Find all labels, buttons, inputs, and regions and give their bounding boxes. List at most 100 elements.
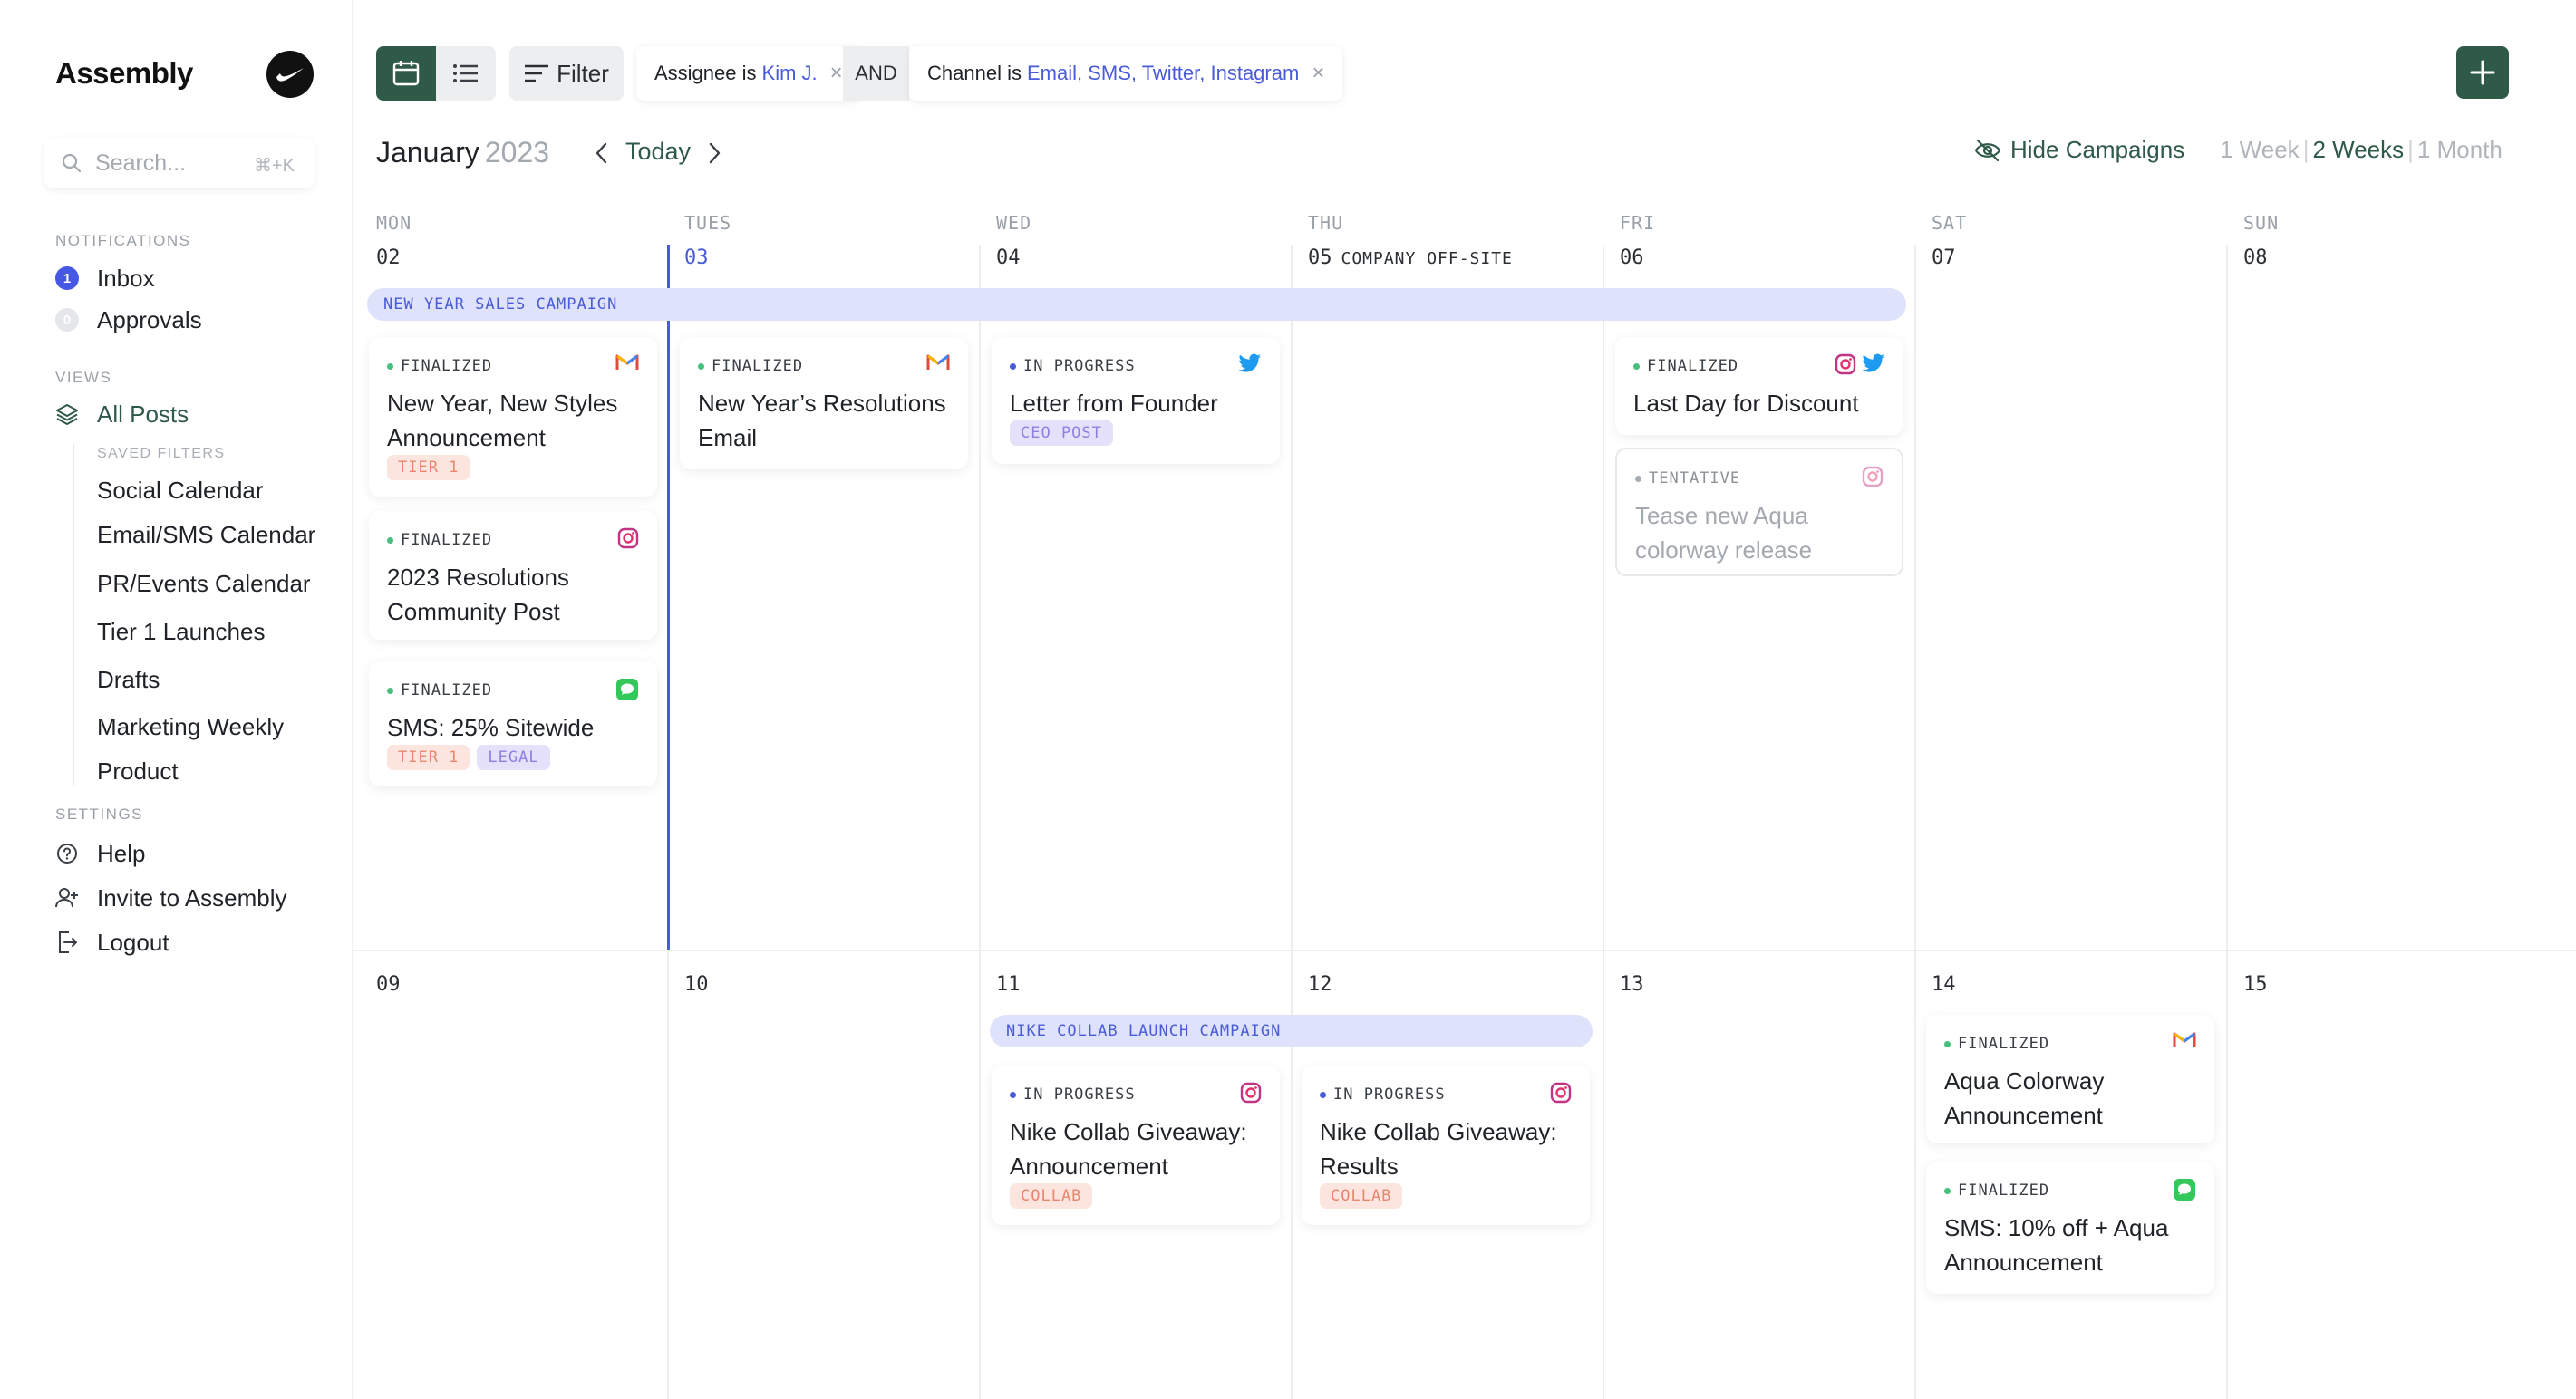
day-number[interactable]: 08 bbox=[2243, 246, 2268, 269]
twitter-icon bbox=[1862, 353, 1884, 372]
instagram-icon bbox=[1550, 1082, 1572, 1104]
post-title: New Year’s Resolutions Email bbox=[698, 390, 946, 451]
month-name: January bbox=[376, 136, 479, 169]
day-number[interactable]: 13 bbox=[1620, 973, 1644, 996]
saved-filters-heading: SAVED FILTERS bbox=[97, 446, 226, 461]
chip-key: Assignee is bbox=[654, 62, 757, 84]
saved-filter-tier1-launches[interactable]: Tier 1 Launches bbox=[97, 618, 265, 646]
sidebar-item-label: Help bbox=[97, 839, 146, 867]
hide-campaigns-button[interactable]: Hide Campaigns bbox=[1974, 136, 2184, 164]
day-number[interactable]: 06 bbox=[1620, 246, 1644, 269]
post-title: SMS: 25% Sitewide bbox=[387, 714, 595, 741]
add-post-button[interactable] bbox=[2456, 46, 2509, 99]
post-card[interactable]: IN PROGRESS Nike Collab Giveaway: Result… bbox=[1302, 1066, 1590, 1225]
post-card[interactable]: IN PROGRESS Nike Collab Giveaway: Announ… bbox=[992, 1066, 1280, 1225]
chip-value: Email, SMS, Twitter, Instagram bbox=[1026, 62, 1300, 84]
day-number-today[interactable]: 03 bbox=[684, 246, 709, 269]
sidebar-item-label: All Posts bbox=[97, 400, 189, 428]
search-icon bbox=[62, 153, 82, 173]
day-number[interactable]: 10 bbox=[684, 973, 709, 996]
campaign-bar-new-year-sales[interactable]: NEW YEAR SALES CAMPAIGN bbox=[367, 288, 1906, 321]
instagram-icon bbox=[1240, 1082, 1262, 1104]
grid-line bbox=[1291, 245, 1293, 1399]
calendar-view-button[interactable] bbox=[376, 46, 436, 101]
gmail-icon bbox=[615, 354, 639, 370]
day-number[interactable]: 14 bbox=[1932, 973, 1956, 996]
campaign-bar-nike-collab[interactable]: NIKE COLLAB LAUNCH CAMPAIGN bbox=[990, 1015, 1593, 1047]
sidebar-item-inbox[interactable]: 1 Inbox bbox=[55, 260, 155, 296]
day-number[interactable]: 12 bbox=[1308, 973, 1332, 996]
list-icon bbox=[453, 64, 478, 82]
sidebar-item-label: Inbox bbox=[97, 264, 155, 292]
post-card[interactable]: FINALIZED New Year, New Styles Announcem… bbox=[369, 337, 657, 497]
sidebar-item-logout[interactable]: Logout bbox=[55, 924, 169, 960]
chevron-right-icon[interactable] bbox=[705, 140, 723, 166]
post-title: New Year, New Styles Announcement bbox=[387, 390, 618, 451]
filter-button[interactable]: Filter bbox=[509, 46, 624, 101]
post-title: Letter from Founder bbox=[1010, 390, 1218, 417]
range-1-month[interactable]: 1 Month bbox=[2417, 136, 2503, 163]
sidebar-item-all-posts[interactable]: All Posts bbox=[55, 396, 189, 432]
remove-chip-icon[interactable]: × bbox=[830, 61, 843, 86]
week-divider bbox=[353, 950, 2576, 951]
filter-chip-assignee[interactable]: Assignee is Kim J. × bbox=[636, 46, 861, 101]
saved-filter-pr-events-calendar[interactable]: PR/Events Calendar bbox=[97, 570, 311, 598]
sidebar-item-invite[interactable]: Invite to Assembly bbox=[55, 880, 287, 916]
chip-value: Kim J. bbox=[761, 62, 818, 84]
sidebar-item-help[interactable]: Help bbox=[55, 835, 145, 872]
post-title: Nike Collab Giveaway: Announcement bbox=[1010, 1118, 1247, 1180]
sms-icon bbox=[2174, 1179, 2195, 1201]
weekday-wed: WED bbox=[996, 212, 1032, 234]
filter-and-operator[interactable]: AND bbox=[843, 46, 909, 101]
sidebar-item-approvals[interactable]: 0 Approvals bbox=[55, 302, 202, 338]
tag-badge: LEGAL bbox=[477, 745, 550, 770]
inbox-count-badge: 1 bbox=[55, 266, 79, 290]
post-card-tentative[interactable]: TENTATIVE Tease new Aqua colorway releas… bbox=[1615, 448, 1903, 576]
post-card[interactable]: FINALIZED 2023 Resolutions Community Pos… bbox=[369, 511, 657, 640]
status-label: FINALIZED bbox=[698, 357, 803, 375]
saved-filter-marketing-weekly[interactable]: Marketing Weekly bbox=[97, 713, 284, 741]
twitter-icon bbox=[1238, 353, 1261, 372]
day-number[interactable]: 07 bbox=[1932, 246, 1956, 269]
day-number[interactable]: 15 bbox=[2243, 973, 2268, 996]
day-number[interactable]: 04 bbox=[996, 246, 1021, 269]
post-card[interactable]: FINALIZED SMS: 25% Sitewide TIER 1 LEGAL bbox=[369, 661, 657, 786]
workspace-avatar[interactable] bbox=[266, 51, 314, 98]
day-number[interactable]: 11 bbox=[996, 973, 1021, 996]
filter-chip-channel[interactable]: Channel is Email, SMS, Twitter, Instagra… bbox=[909, 46, 1343, 101]
status-label: FINALIZED bbox=[387, 357, 492, 375]
app-logo[interactable]: Assembly bbox=[55, 56, 193, 91]
day-number[interactable]: 09 bbox=[376, 973, 401, 996]
saved-filter-email-sms-calendar[interactable]: Email/SMS Calendar bbox=[97, 521, 315, 549]
weekday-mon: MON bbox=[376, 212, 412, 234]
search-placeholder: Search... bbox=[95, 150, 187, 176]
instagram-icon bbox=[1862, 466, 1884, 487]
sidebar-item-label: Logout bbox=[97, 928, 169, 956]
saved-filter-drafts[interactable]: Drafts bbox=[97, 666, 160, 694]
range-1-week[interactable]: 1 Week bbox=[2220, 136, 2300, 163]
weekday-thu: THU bbox=[1308, 212, 1344, 234]
filter-lines-icon bbox=[525, 64, 549, 82]
saved-filters-guide-line bbox=[73, 444, 74, 786]
range-2-weeks[interactable]: 2 Weeks bbox=[2312, 136, 2404, 163]
post-card[interactable]: FINALIZED Last Day for Discount bbox=[1615, 337, 1903, 435]
weekday-tue: TUES bbox=[684, 212, 732, 234]
list-view-button[interactable] bbox=[436, 46, 496, 101]
saved-filter-social-calendar[interactable]: Social Calendar bbox=[97, 477, 264, 505]
search-input[interactable]: Search... ⌘+K bbox=[44, 138, 315, 188]
day-number-value: 05 bbox=[1308, 246, 1332, 269]
post-card[interactable]: FINALIZED SMS: 10% off + Aqua Announceme… bbox=[1926, 1162, 2214, 1294]
chip-key: Channel is bbox=[927, 62, 1022, 84]
remove-chip-icon[interactable]: × bbox=[1312, 61, 1324, 86]
post-card[interactable]: IN PROGRESS Letter from Founder CEO POST bbox=[992, 337, 1280, 464]
day-number[interactable]: 02 bbox=[376, 246, 401, 269]
instagram-icon bbox=[1835, 353, 1856, 375]
saved-filter-product[interactable]: Product bbox=[97, 757, 179, 786]
grid-line bbox=[1914, 245, 1916, 1399]
post-card[interactable]: FINALIZED New Year’s Resolutions Email bbox=[680, 337, 968, 469]
post-card[interactable]: FINALIZED Aqua Colorway Announcement bbox=[1926, 1015, 2214, 1143]
day-number[interactable]: 05 COMPANY OFF-SITE bbox=[1308, 246, 1513, 269]
chevron-left-icon[interactable] bbox=[593, 140, 611, 166]
views-heading: VIEWS bbox=[55, 369, 112, 386]
today-button[interactable]: Today bbox=[625, 138, 691, 166]
